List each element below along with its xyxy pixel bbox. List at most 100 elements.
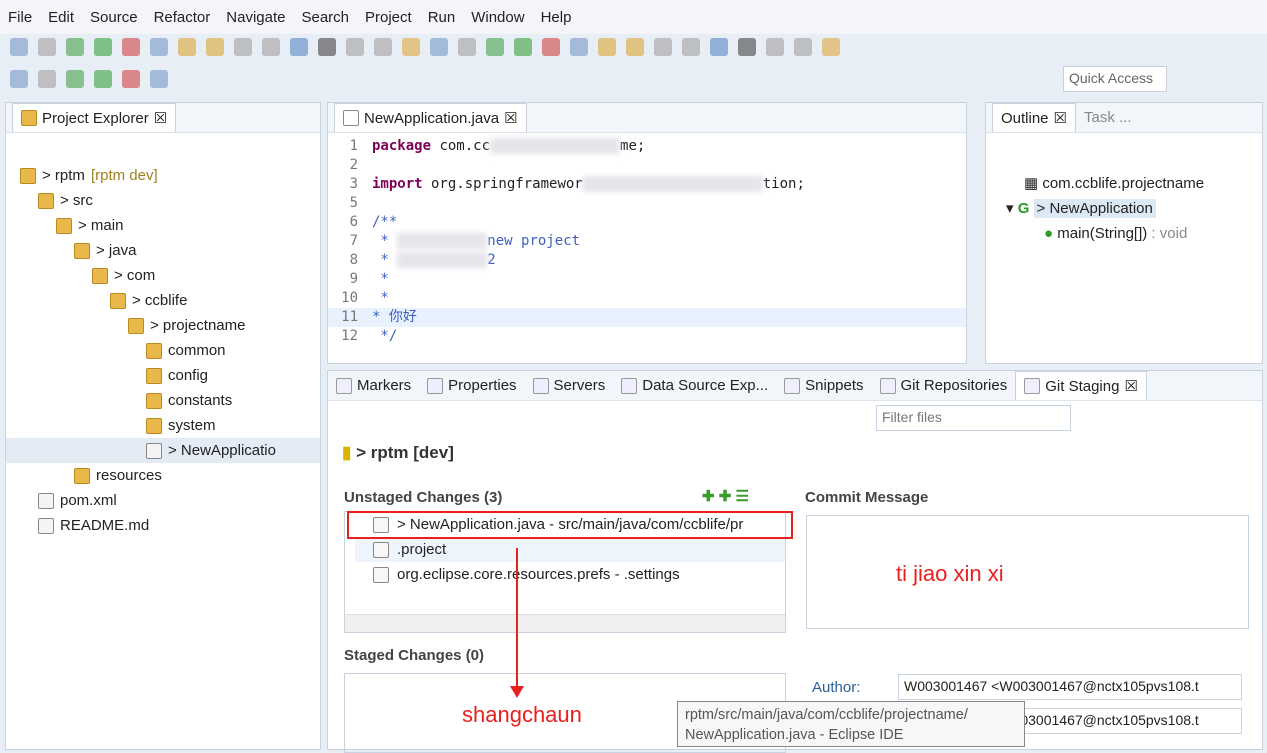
menu-window[interactable]: Window <box>471 9 524 26</box>
redacted-text <box>490 138 621 154</box>
unstaged-file[interactable]: org.eclipse.core.resources.prefs - .sett… <box>355 562 785 587</box>
tree-item[interactable]: > rptm [rptm dev] <box>6 163 320 188</box>
toolbar-button-icon[interactable] <box>122 38 140 56</box>
file-label: org.eclipse.core.resources.prefs - .sett… <box>397 566 680 583</box>
tree-item[interactable]: system <box>6 413 320 438</box>
tab-task[interactable]: Task ... <box>1076 103 1140 132</box>
author-input[interactable]: W003001467 <W003001467@nctx105pvs108.t <box>898 674 1242 700</box>
toolbar-button-icon[interactable] <box>766 38 784 56</box>
redacted-text <box>397 252 488 268</box>
tooltip-line: rptm/src/main/java/com/ccblife/projectna… <box>685 707 968 723</box>
toolbar-button-icon[interactable] <box>150 38 168 56</box>
stage-buttons[interactable]: ✚ ✚ ☰ <box>702 487 749 505</box>
toolbar-button-icon[interactable] <box>794 38 812 56</box>
menu-edit[interactable]: Edit <box>48 9 74 26</box>
file-label: .project <box>397 541 447 558</box>
tree-item[interactable]: > NewApplicatio <box>6 438 320 463</box>
toolbar-button-icon[interactable] <box>94 70 112 88</box>
close-icon[interactable]: ☒ <box>1054 109 1067 127</box>
toolbar-button-icon[interactable] <box>346 38 364 56</box>
code-editor[interactable]: 1 package com.cc me; 2 3 import org.springfra… <box>328 133 966 346</box>
toolbar-button-icon[interactable] <box>710 38 728 56</box>
tree-item-label: constants <box>168 392 233 409</box>
tree-item[interactable]: > java <box>6 238 320 263</box>
tree-item[interactable]: constants <box>6 388 320 413</box>
toolbar-button-icon[interactable] <box>122 70 140 88</box>
toolbar-button-icon[interactable] <box>458 38 476 56</box>
filter-files-input[interactable]: Filter files <box>876 405 1071 431</box>
tab-properties[interactable]: Properties <box>419 371 524 400</box>
tree-item[interactable]: > projectname <box>6 313 320 338</box>
toolbar-button-icon[interactable] <box>626 38 644 56</box>
toolbar-button-icon[interactable] <box>178 38 196 56</box>
tree-item[interactable]: > com <box>6 263 320 288</box>
tab-markers[interactable]: Markers <box>328 371 419 400</box>
toolbar-button-icon[interactable] <box>38 38 56 56</box>
tab-outline[interactable]: Outline ☒ <box>992 103 1076 132</box>
toolbar-button-icon[interactable] <box>66 38 84 56</box>
toolbar-button-icon[interactable] <box>150 70 168 88</box>
arrow-head <box>510 686 524 698</box>
toolbar-button-icon[interactable] <box>430 38 448 56</box>
tab-data-source-exp-[interactable]: Data Source Exp... <box>613 371 776 400</box>
toolbar-button-icon[interactable] <box>374 38 392 56</box>
tab-label: Servers <box>553 377 606 394</box>
tab-editor[interactable]: NewApplication.java ☒ <box>334 103 527 132</box>
tree-item[interactable]: > ccblife <box>6 288 320 313</box>
quick-access-input[interactable]: Quick Access <box>1063 66 1167 92</box>
horizontal-scrollbar[interactable] <box>345 614 785 632</box>
toolbar-button-icon[interactable] <box>570 38 588 56</box>
toolbar-button-icon[interactable] <box>514 38 532 56</box>
tab-snippets[interactable]: Snippets <box>776 371 871 400</box>
line-number: 1 <box>349 138 358 154</box>
menu-refactor[interactable]: Refactor <box>154 9 211 26</box>
menu-run[interactable]: Run <box>428 9 456 26</box>
unstaged-file[interactable]: .project <box>355 537 785 562</box>
toolbar-button-icon[interactable] <box>94 38 112 56</box>
tree-item[interactable]: > src <box>6 188 320 213</box>
tab-servers[interactable]: Servers <box>525 371 614 400</box>
toolbar-button-icon[interactable] <box>682 38 700 56</box>
toolbar-button-icon[interactable] <box>542 38 560 56</box>
toolbar-button-icon[interactable] <box>402 38 420 56</box>
toolbar-button-icon[interactable] <box>234 38 252 56</box>
tree-item[interactable]: config <box>6 363 320 388</box>
tree-item[interactable]: common <box>6 338 320 363</box>
menu-bar: File Edit Source Refactor Navigate Search Proj… <box>0 0 1267 34</box>
tree-item[interactable]: pom.xml <box>6 488 320 513</box>
tree-item[interactable]: > main <box>6 213 320 238</box>
close-icon[interactable]: ☒ <box>1124 377 1137 395</box>
toolbar-button-icon[interactable] <box>318 38 336 56</box>
code-line: 7 * new project <box>328 232 966 251</box>
menu-help[interactable]: Help <box>541 9 572 26</box>
toolbar-button-icon[interactable] <box>10 38 28 56</box>
close-icon[interactable]: ☒ <box>154 109 167 127</box>
outline-class[interactable]: ▾ G > NewApplication <box>1006 196 1262 221</box>
menu-project[interactable]: Project <box>365 9 412 26</box>
toolbar-button-icon[interactable] <box>822 38 840 56</box>
toolbar-button-icon[interactable] <box>206 38 224 56</box>
toolbar-button-icon[interactable] <box>598 38 616 56</box>
commit-message-input[interactable] <box>806 515 1249 629</box>
menu-file[interactable]: File <box>8 9 32 26</box>
tab-project-explorer[interactable]: Project Explorer ☒ <box>12 103 177 132</box>
outline-method[interactable]: ● main(String[]) : void <box>1044 221 1262 246</box>
toolbar-button-icon[interactable] <box>486 38 504 56</box>
tab-git-repositories[interactable]: Git Repositories <box>872 371 1016 400</box>
toolbar-button-icon[interactable] <box>38 70 56 88</box>
tab-git-staging[interactable]: Git Staging ☒ <box>1015 371 1147 400</box>
tree-item[interactable]: README.md <box>6 513 320 538</box>
close-icon[interactable]: ☒ <box>504 109 517 127</box>
toolbar-button-icon[interactable] <box>290 38 308 56</box>
toolbar-button-icon[interactable] <box>10 70 28 88</box>
outline-package[interactable]: ▦ com.ccblife.projectname <box>1024 171 1262 196</box>
line-number: 6 <box>349 214 358 230</box>
toolbar-button-icon[interactable] <box>738 38 756 56</box>
tree-item[interactable]: resources <box>6 463 320 488</box>
menu-search[interactable]: Search <box>301 9 349 26</box>
menu-navigate[interactable]: Navigate <box>226 9 285 26</box>
toolbar-button-icon[interactable] <box>654 38 672 56</box>
toolbar-button-icon[interactable] <box>66 70 84 88</box>
menu-source[interactable]: Source <box>90 9 138 26</box>
toolbar-button-icon[interactable] <box>262 38 280 56</box>
